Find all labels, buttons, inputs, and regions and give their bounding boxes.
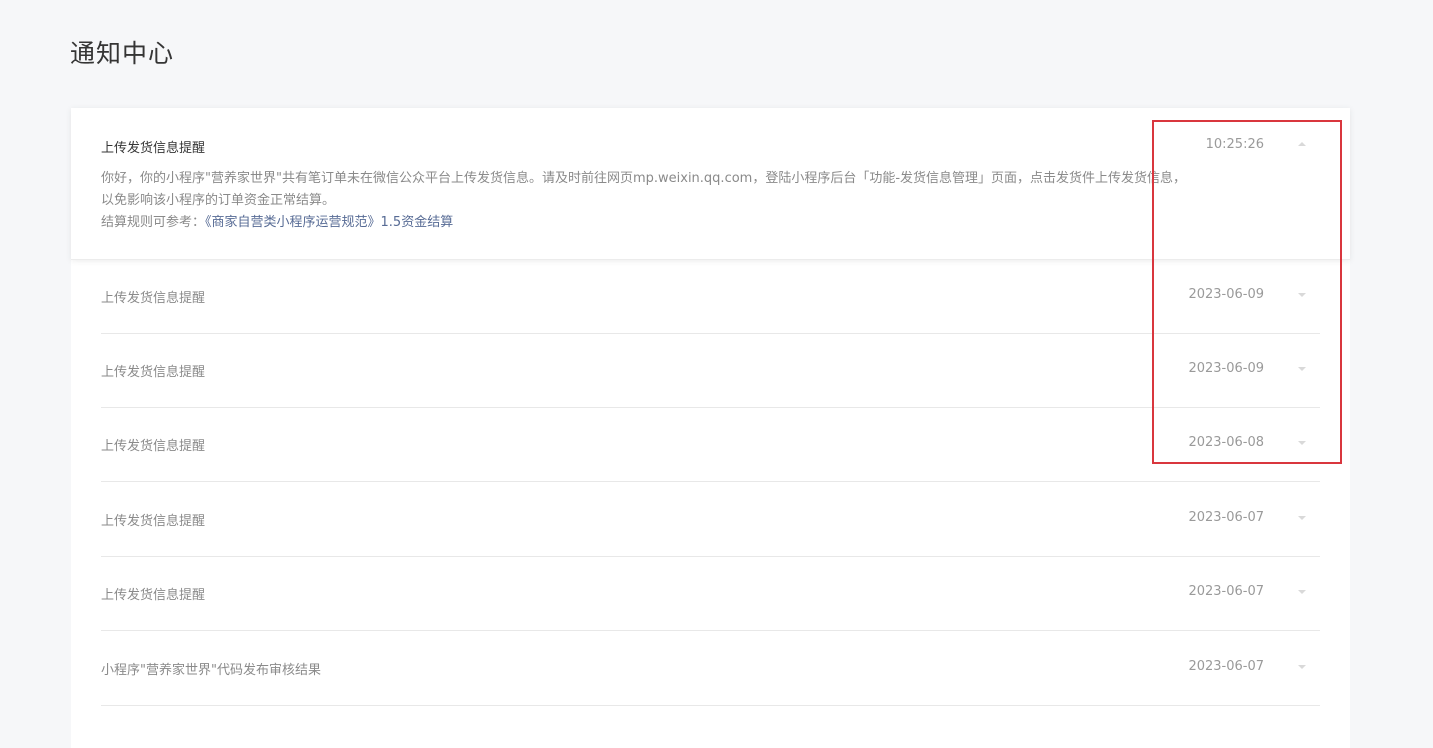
notification-item-expanded[interactable]: 上传发货信息提醒 10:25:26 你好，你的小程序"营养家世界"共有笔订单未在… bbox=[71, 108, 1350, 260]
chevron-down-icon[interactable] bbox=[1298, 665, 1306, 669]
notification-title: 上传发货信息提醒 bbox=[101, 291, 206, 306]
notification-body-line: 你好，你的小程序"营养家世界"共有笔订单未在微信公众平台上传发货信息。请及时前往… bbox=[101, 171, 1187, 186]
notification-list: 上传发货信息提醒 10:25:26 你好，你的小程序"营养家世界"共有笔订单未在… bbox=[71, 108, 1350, 748]
notification-title: 上传发货信息提醒 bbox=[101, 514, 206, 529]
notification-title: 上传发货信息提醒 bbox=[101, 588, 206, 603]
notification-date: 2023-06-08 bbox=[1188, 435, 1264, 450]
notification-title: 上传发货信息提醒 bbox=[101, 141, 206, 156]
notification-item[interactable]: 上传发货信息提醒 2023-06-09 bbox=[101, 333, 1320, 408]
notification-date: 2023-06-07 bbox=[1188, 659, 1264, 674]
chevron-down-icon[interactable] bbox=[1298, 590, 1306, 594]
page-title: 通知中心 bbox=[70, 39, 175, 68]
notification-item[interactable]: 上传发货信息提醒 2023-06-08 bbox=[101, 407, 1320, 482]
notification-date: 2023-06-07 bbox=[1188, 510, 1264, 525]
chevron-down-icon[interactable] bbox=[1298, 293, 1306, 297]
notification-date: 2023-06-09 bbox=[1188, 287, 1264, 302]
notification-date: 2023-06-09 bbox=[1188, 361, 1264, 376]
notification-date: 2023-06-07 bbox=[1188, 584, 1264, 599]
notification-item[interactable]: 上传发货信息提醒 2023-06-09 bbox=[101, 259, 1320, 334]
notification-title: 上传发货信息提醒 bbox=[101, 439, 206, 454]
notification-title: 上传发货信息提醒 bbox=[101, 365, 206, 380]
notification-title: 小程序"营养家世界"代码发布审核结果 bbox=[101, 663, 321, 678]
notification-item[interactable]: 上传发货信息提醒 2023-06-07 bbox=[101, 556, 1320, 631]
chevron-down-icon[interactable] bbox=[1298, 367, 1306, 371]
settlement-rule-link[interactable]: 《商家自营类小程序运营规范》1.5资金结算 bbox=[205, 215, 453, 230]
notification-time: 10:25:26 bbox=[1205, 137, 1264, 152]
chevron-up-icon[interactable] bbox=[1298, 142, 1306, 146]
settlement-rule-prefix: 结算规则可参考： bbox=[101, 215, 206, 230]
notification-item[interactable]: 上传发货信息提醒 2023-06-07 bbox=[101, 482, 1320, 557]
chevron-down-icon[interactable] bbox=[1298, 516, 1306, 520]
settlement-rule-line: 结算规则可参考：《商家自营类小程序运营规范》1.5资金结算 bbox=[101, 212, 1271, 234]
notification-body-line: 以免影响该小程序的订单资金正常结算。 bbox=[101, 193, 336, 208]
chevron-down-icon[interactable] bbox=[1298, 441, 1306, 445]
notification-body: 你好，你的小程序"营养家世界"共有笔订单未在微信公众平台上传发货信息。请及时前往… bbox=[101, 168, 1271, 234]
notification-item[interactable]: 小程序"营养家世界"代码发布审核结果 2023-06-07 bbox=[101, 631, 1320, 706]
